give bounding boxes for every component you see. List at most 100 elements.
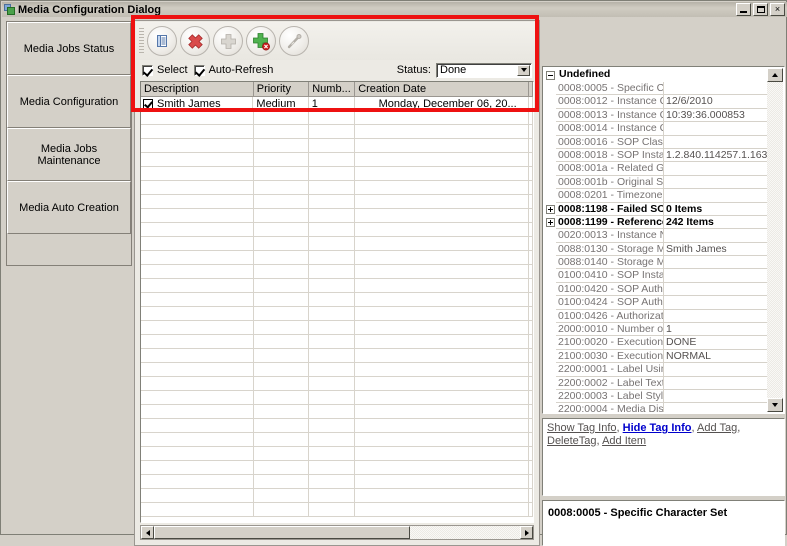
table-row[interactable]: Smith James Medium 1 Monday, December 06… (141, 97, 533, 111)
cell-creation-date (355, 293, 529, 307)
tag-row[interactable]: 0008:0014 - Instance Cr (544, 122, 767, 135)
tag-row[interactable]: 0100:0420 - SOP Autho (544, 283, 767, 296)
maximize-button[interactable] (753, 3, 768, 16)
row-checkbox[interactable] (143, 99, 153, 109)
tag-row[interactable]: 2100:0030 - Execution SNORMAL (544, 350, 767, 363)
tag-row[interactable]: 0008:0201 - Timezone O (544, 189, 767, 202)
table-row-empty[interactable] (141, 265, 533, 279)
table-row-empty[interactable] (141, 181, 533, 195)
tag-group-undefined[interactable]: Undefined (544, 68, 767, 82)
tag-row[interactable]: 0008:0012 - Instance Cr12/6/2010 (544, 95, 767, 108)
table-row-empty[interactable] (141, 461, 533, 475)
table-row-empty[interactable] (141, 489, 533, 503)
scroll-left-button[interactable] (141, 526, 154, 539)
minimize-button[interactable] (736, 3, 751, 16)
tag-row[interactable]: 2200:0003 - Label Style (544, 390, 767, 403)
table-row-empty[interactable] (141, 349, 533, 363)
scroll-down-button[interactable] (767, 398, 783, 412)
table-row-empty[interactable] (141, 391, 533, 405)
table-row-empty[interactable] (141, 335, 533, 349)
table-row-empty[interactable] (141, 307, 533, 321)
table-row-empty[interactable] (141, 125, 533, 139)
chevron-down-icon[interactable] (517, 65, 530, 76)
column-header-number[interactable]: Numb... (309, 82, 355, 96)
hscroll-thumb[interactable] (154, 526, 410, 539)
table-row-empty[interactable] (141, 503, 533, 517)
table-row-empty[interactable] (141, 279, 533, 293)
table-row-empty[interactable] (141, 293, 533, 307)
tag-row[interactable]: 0088:0140 - Storage Me (544, 256, 767, 269)
select-checkbox[interactable]: Select (142, 64, 188, 76)
column-header-creation-date[interactable]: Creation Date (355, 82, 529, 96)
cell-description[interactable]: Smith James (141, 97, 253, 111)
table-row-empty[interactable] (141, 195, 533, 209)
tag-row[interactable]: 0008:1198 - Failed SOP0 Items (544, 203, 767, 216)
table-row-empty[interactable] (141, 419, 533, 433)
tag-row[interactable]: 0008:0013 - Instance Cr10:39:36.000853 (544, 109, 767, 122)
tag-action-link-deletetag[interactable]: DeleteTag (547, 435, 597, 447)
close-icon: × (771, 4, 784, 15)
tag-row[interactable]: 0008:001a - Related Ge (544, 162, 767, 175)
scroll-up-button[interactable] (767, 68, 783, 82)
hscroll-track[interactable] (154, 526, 520, 539)
toolbar-grip[interactable] (139, 28, 144, 54)
column-header-priority[interactable]: Priority (254, 82, 310, 96)
sidebar-item-media-jobs-maintenance[interactable]: Media Jobs Maintenance (7, 128, 131, 181)
tag-row-expander[interactable] (544, 216, 556, 229)
tag-list[interactable]: Undefined 0008:0005 - Specific Ch0008:00… (542, 66, 785, 414)
table-row-empty[interactable] (141, 111, 533, 125)
table-row-empty[interactable] (141, 433, 533, 447)
tag-list-vertical-scrollbar[interactable] (767, 68, 783, 412)
tag-action-link-add-item[interactable]: Add Item (602, 435, 646, 447)
tag-action-link-show-tag-info[interactable]: Show Tag Info (547, 422, 617, 434)
tag-row[interactable]: 0088:0130 - Storage MeSmith James (544, 243, 767, 256)
table-row-empty[interactable] (141, 405, 533, 419)
jobs-grid-horizontal-scrollbar[interactable] (140, 525, 534, 540)
table-row-empty[interactable] (141, 237, 533, 251)
sidebar-item-media-jobs-status[interactable]: Media Jobs Status (7, 22, 131, 75)
table-row-empty[interactable] (141, 139, 533, 153)
tag-row[interactable]: 0008:1199 - Referenced242 Items (544, 216, 767, 229)
tag-row[interactable]: 0100:0410 - SOP Instan (544, 269, 767, 282)
cell-priority (254, 195, 310, 209)
table-row-empty[interactable] (141, 209, 533, 223)
tag-row[interactable]: 0100:0426 - Authorizati (544, 310, 767, 323)
tag-panel: Undefined 0008:0005 - Specific Ch0008:00… (542, 20, 785, 546)
table-row-empty[interactable] (141, 447, 533, 461)
tag-row[interactable]: 0100:0424 - SOP Autho (544, 296, 767, 309)
tag-row[interactable]: 2200:0001 - Label Usin (544, 363, 767, 376)
status-filter-select[interactable]: Done (436, 63, 532, 78)
sidebar-item-media-auto-creation[interactable]: Media Auto Creation (7, 181, 131, 234)
table-row-empty[interactable] (141, 223, 533, 237)
table-row-empty[interactable] (141, 377, 533, 391)
tag-action-link-hide-tag-info[interactable]: Hide Tag Info (623, 422, 692, 434)
tag-action-link-add-tag[interactable]: Add Tag (697, 422, 737, 434)
view-details-button[interactable] (147, 26, 177, 56)
jobs-grid[interactable]: Description Priority Numb... Creation Da… (140, 81, 534, 523)
tag-row[interactable]: 0008:0005 - Specific Ch (544, 82, 767, 95)
tag-row[interactable]: 2000:0010 - Number of C1 (544, 323, 767, 336)
tag-row[interactable]: 0020:0013 - Instance Nu (544, 229, 767, 242)
table-row-empty[interactable] (141, 153, 533, 167)
table-row-empty[interactable] (141, 321, 533, 335)
tag-row[interactable]: 2200:0002 - Label Text (544, 377, 767, 390)
tag-row[interactable]: 0008:0018 - SOP Instan1.2.840.114257.1.1… (544, 149, 767, 162)
tag-row[interactable]: 2200:0004 - Media Disp (544, 403, 767, 412)
table-row-empty[interactable] (141, 167, 533, 181)
group-expander[interactable] (544, 68, 556, 82)
table-row-empty[interactable] (141, 251, 533, 265)
delete-button[interactable] (180, 26, 210, 56)
close-button[interactable]: × (770, 3, 785, 16)
column-header-description[interactable]: Description (141, 82, 254, 96)
add-remove-button[interactable] (246, 26, 276, 56)
tag-row-expander[interactable] (544, 203, 556, 216)
tag-row[interactable]: 2100:0020 - Execution SDONE (544, 336, 767, 349)
table-row-empty[interactable] (141, 363, 533, 377)
column-header-comments[interactable]: Comments (529, 82, 533, 96)
sidebar-item-media-configuration[interactable]: Media Configuration (7, 75, 131, 128)
tag-row[interactable]: 0008:001b - Original Sp (544, 176, 767, 189)
auto-refresh-checkbox[interactable]: Auto-Refresh (194, 64, 274, 76)
scroll-right-button[interactable] (520, 526, 533, 539)
tag-row[interactable]: 0008:0016 - SOP Class I (544, 136, 767, 149)
table-row-empty[interactable] (141, 475, 533, 489)
